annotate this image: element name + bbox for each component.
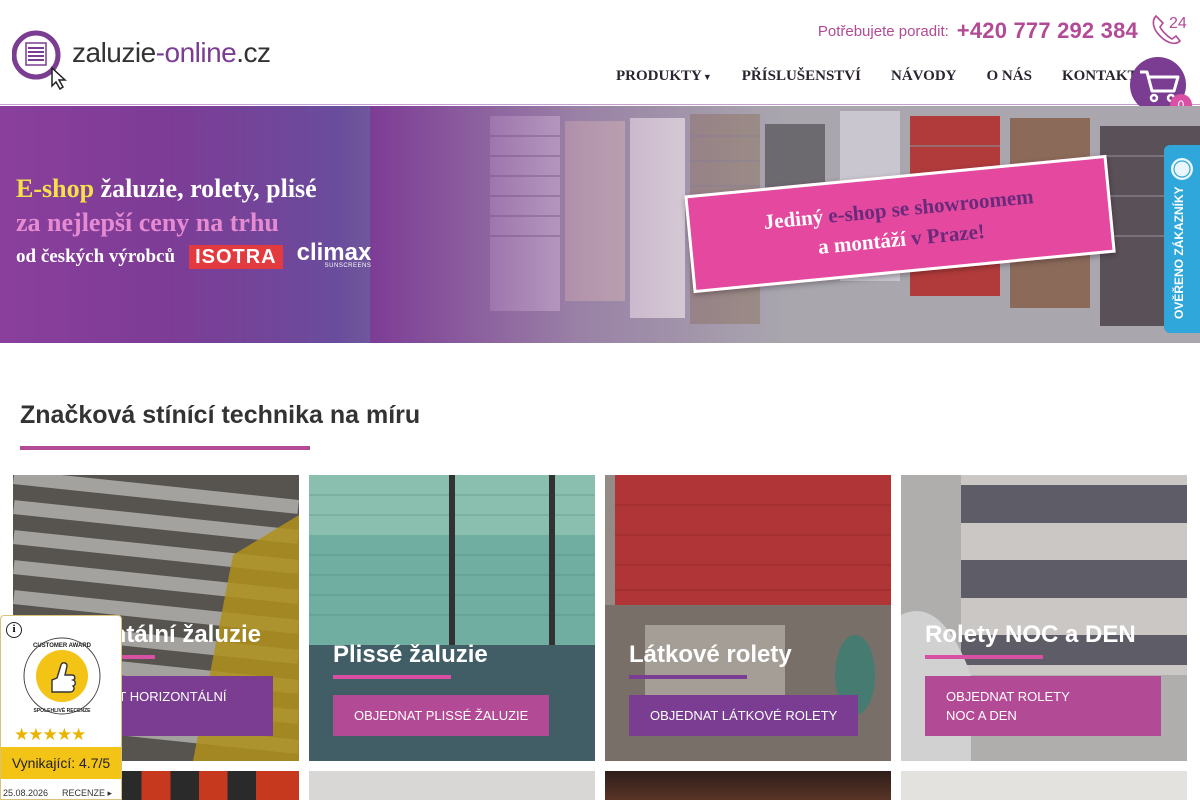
nav-navody[interactable]: NÁVODY (891, 68, 957, 85)
section-title: Značková stínící technika na míru (20, 401, 421, 429)
review-widget[interactable]: i CUSTOMER AWARD SPOLEHLIVÉ RECENZE ★★★★… (0, 615, 122, 800)
nav-kontakt[interactable]: KONTAKT (1062, 68, 1138, 85)
product-card-noc-den[interactable]: Rolety NOC a DEN OBJEDNAT ROLETY NOC A D… (901, 475, 1187, 761)
phone-24-icon[interactable]: 24 (1146, 8, 1190, 52)
nav-o-nas[interactable]: O NÁS (987, 68, 1032, 85)
card-underline (925, 655, 1043, 659)
verified-customers-badge[interactable]: OVĚŘENO ZÁKAZNÍKY (1164, 145, 1200, 333)
order-plisse-button[interactable]: OBJEDNAT PLISSÉ ŽALUZIE (333, 695, 550, 736)
contact-row: Potřebujete poradit: +420 777 292 384 (818, 18, 1138, 44)
phone-number-link[interactable]: +420 777 292 384 (957, 18, 1138, 44)
hero-line-3: od českých výrobců ISOTRA climax SUNSCREE… (16, 239, 372, 270)
section-underline (20, 446, 310, 450)
site-logo[interactable]: zaluzie-online.cz (11, 28, 271, 91)
hero-headline: E-shop žaluzie, rolety, plisé za nejlepš… (16, 174, 371, 270)
svg-text:SPOLEHLIVÉ RECENZE: SPOLEHLIVÉ RECENZE (34, 706, 92, 714)
review-date: 25.08.2026 (3, 788, 49, 798)
site-header: zaluzie-online.cz Potřebujete poradit: +… (0, 0, 1200, 116)
order-noc-den-button[interactable]: OBJEDNAT ROLETY NOC A DEN (925, 676, 1161, 736)
nav-produkty[interactable]: PRODUKTY▼ (616, 68, 712, 85)
product-card-preview[interactable] (901, 771, 1187, 800)
hero-line-2: za nejlepší ceny na trhu (16, 208, 279, 237)
isotra-logo: ISOTRA (189, 245, 283, 269)
product-card-preview[interactable] (605, 771, 891, 800)
svg-text:24: 24 (1169, 15, 1187, 32)
card-title: Plissé žaluzie (333, 641, 488, 668)
chevron-down-icon: ▼ (702, 71, 712, 82)
svg-text:CUSTOMER AWARD: CUSTOMER AWARD (33, 643, 92, 649)
card-title: Látkové rolety (629, 641, 792, 668)
verified-label: OVĚŘENO ZÁKAZNÍKY (1172, 186, 1186, 319)
hero-line-1: E-shop žaluzie, rolety, plisé (16, 174, 317, 203)
logo-icon (11, 28, 74, 91)
product-card-latkove[interactable]: Látkové rolety OBJEDNAT LÁTKOVÉ ROLETY (605, 475, 891, 761)
card-title: Rolety NOC a DEN (925, 621, 1136, 648)
customer-award-seal-icon: CUSTOMER AWARD SPOLEHLIVÉ RECENZE (23, 637, 101, 715)
contact-label: Potřebujete poradit: (817, 22, 949, 40)
card-underline (333, 675, 451, 679)
product-card-plisse[interactable]: Plissé žaluzie OBJEDNAT PLISSÉ ŽALUZIE (309, 475, 595, 761)
main-nav: PRODUKTY▼ PŘÍSLUŠENSTVÍ NÁVODY O NÁS KON… (616, 68, 1168, 85)
rating-stars: ★★★★★ (14, 725, 86, 744)
order-latkove-button[interactable]: OBJEDNAT LÁTKOVÉ ROLETY (629, 695, 859, 736)
product-card-preview[interactable] (309, 771, 595, 800)
review-link[interactable]: RECENZE ▸ (62, 788, 112, 799)
review-score: Vynikající: 4.7/5 (1, 747, 121, 779)
climax-logo: climax SUNSCREENS (296, 239, 372, 270)
nav-prislusenstvi[interactable]: PŘÍSLUŠENSTVÍ (742, 68, 861, 85)
logo-wordmark: zaluzie-online.cz (72, 37, 271, 68)
card-underline (629, 675, 747, 679)
